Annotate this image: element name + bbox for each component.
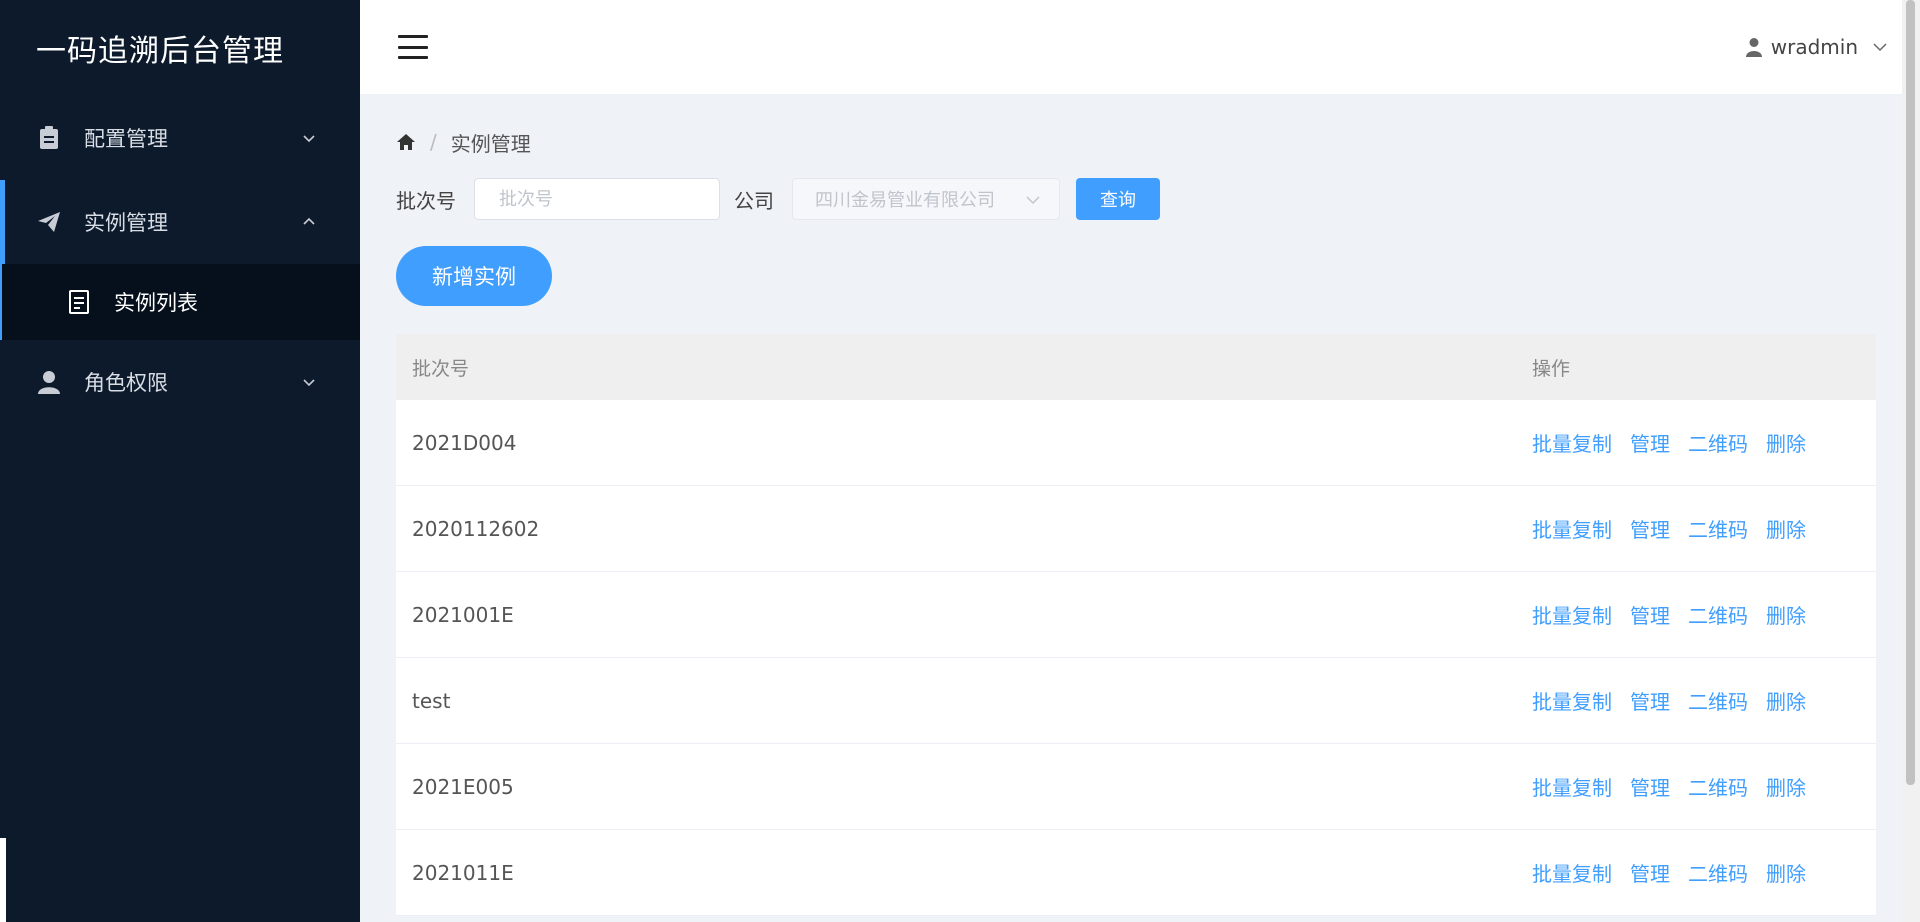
menu-label: 实例管理: [84, 211, 168, 235]
home-icon[interactable]: [396, 132, 416, 152]
batch-copy-link[interactable]: 批量复制: [1532, 600, 1612, 629]
batch-copy-link[interactable]: 批量复制: [1532, 514, 1612, 543]
batch-cell: test: [412, 688, 451, 713]
batch-input[interactable]: [474, 178, 720, 220]
company-label: 公司: [734, 188, 774, 213]
actions-cell: 批量复制 管理 二维码 删除: [1532, 858, 1824, 887]
sidebar: 一码追溯后台管理 配置管理 实例管理 实例列表 角色权限: [0, 0, 360, 922]
filter-bar: 批次号 公司 四川金易管业有限公司 查询: [396, 178, 1876, 220]
qrcode-link[interactable]: 二维码: [1688, 858, 1748, 887]
table-row: test 批量复制 管理 二维码 删除: [396, 658, 1876, 744]
actions-cell: 批量复制 管理 二维码 删除: [1532, 514, 1824, 543]
table-row: 2021001E 批量复制 管理 二维码 删除: [396, 572, 1876, 658]
table-body: 2021D004 批量复制 管理 二维码 删除 2020112602 批量复制 管理 二维码 删除…: [396, 400, 1876, 916]
breadcrumb-separator: /: [430, 130, 437, 154]
top-header: wradmin: [360, 0, 1916, 94]
actions-cell: 批量复制 管理 二维码 删除: [1532, 772, 1824, 801]
qrcode-link[interactable]: 二维码: [1688, 686, 1748, 715]
instance-table: 批次号 操作 2021D004 批量复制 管理 二维码 删除 2020112602 批量复制…: [396, 334, 1876, 916]
page-scrollbar[interactable]: [1902, 0, 1920, 922]
app-title: 一码追溯后台管理: [36, 34, 284, 69]
chevron-down-icon: [1873, 43, 1887, 52]
menu-instance-management[interactable]: 实例管理: [0, 180, 360, 264]
delete-link[interactable]: 删除: [1766, 686, 1806, 715]
manage-link[interactable]: 管理: [1630, 600, 1670, 629]
batch-label: 批次号: [396, 188, 456, 213]
sidebar-edge-marker: [0, 838, 6, 922]
main-content: / 实例管理 批次号 公司 四川金易管业有限公司 查询 新增实例 批次号 操作 …: [396, 94, 1876, 916]
table-header: 批次号 操作: [396, 334, 1876, 400]
menu-label: 配置管理: [84, 127, 168, 151]
menu-label: 角色权限: [84, 371, 168, 395]
delete-link[interactable]: 删除: [1766, 514, 1806, 543]
qrcode-link[interactable]: 二维码: [1688, 514, 1748, 543]
chevron-down-icon: [1026, 196, 1040, 205]
table-row: 2021E005 批量复制 管理 二维码 删除: [396, 744, 1876, 830]
chevron-down-icon: [303, 379, 315, 387]
user-dropdown[interactable]: wradmin: [1745, 0, 1888, 94]
username: wradmin: [1770, 35, 1858, 59]
table-row: 2021011E 批量复制 管理 二维码 删除: [396, 830, 1876, 916]
actions-cell: 批量复制 管理 二维码 删除: [1532, 428, 1824, 457]
manage-link[interactable]: 管理: [1630, 686, 1670, 715]
delete-link[interactable]: 删除: [1766, 600, 1806, 629]
batch-cell: 2021011E: [412, 860, 514, 885]
batch-copy-link[interactable]: 批量复制: [1532, 858, 1612, 887]
batch-cell: 2020112602: [412, 516, 540, 541]
manage-link[interactable]: 管理: [1630, 428, 1670, 457]
actions-cell: 批量复制 管理 二维码 删除: [1532, 686, 1824, 715]
actions-cell: 批量复制 管理 二维码 删除: [1532, 600, 1824, 629]
submenu-label: 实例列表: [114, 291, 198, 315]
qrcode-link[interactable]: 二维码: [1688, 600, 1748, 629]
add-instance-button[interactable]: 新增实例: [396, 246, 552, 306]
breadcrumb-current: 实例管理: [450, 131, 531, 156]
manage-link[interactable]: 管理: [1630, 514, 1670, 543]
batch-cell: 2021001E: [412, 602, 514, 627]
hamburger-menu-icon[interactable]: [398, 35, 428, 59]
delete-link[interactable]: 删除: [1766, 858, 1806, 887]
company-select[interactable]: 四川金易管业有限公司: [792, 178, 1060, 220]
column-header-actions: 操作: [1532, 357, 1571, 380]
chevron-up-icon: [303, 217, 315, 225]
clipboard-icon: [36, 125, 62, 151]
query-button[interactable]: 查询: [1076, 178, 1160, 220]
chevron-down-icon: [303, 135, 315, 143]
manage-link[interactable]: 管理: [1630, 772, 1670, 801]
qrcode-link[interactable]: 二维码: [1688, 772, 1748, 801]
delete-link[interactable]: 删除: [1766, 772, 1806, 801]
breadcrumb: / 实例管理: [396, 128, 1876, 156]
menu-role-permissions[interactable]: 角色权限: [0, 340, 360, 424]
menu-config-management[interactable]: 配置管理: [0, 96, 360, 180]
delete-link[interactable]: 删除: [1766, 428, 1806, 457]
manage-link[interactable]: 管理: [1630, 858, 1670, 887]
company-selected-value: 四川金易管业有限公司: [815, 190, 995, 211]
qrcode-link[interactable]: 二维码: [1688, 428, 1748, 457]
column-header-batch: 批次号: [412, 357, 470, 380]
scrollbar-thumb[interactable]: [1906, 0, 1915, 785]
batch-copy-link[interactable]: 批量复制: [1532, 772, 1612, 801]
batch-copy-link[interactable]: 批量复制: [1532, 686, 1612, 715]
document-icon: [68, 289, 92, 315]
batch-copy-link[interactable]: 批量复制: [1532, 428, 1612, 457]
submenu-instance-list[interactable]: 实例列表: [0, 264, 360, 340]
table-row: 2020112602 批量复制 管理 二维码 删除: [396, 486, 1876, 572]
user-icon: [36, 369, 62, 395]
batch-cell: 2021E005: [412, 774, 514, 799]
paper-plane-icon: [36, 209, 62, 235]
table-row: 2021D004 批量复制 管理 二维码 删除: [396, 400, 1876, 486]
user-icon: [1745, 38, 1762, 57]
batch-cell: 2021D004: [412, 430, 517, 455]
